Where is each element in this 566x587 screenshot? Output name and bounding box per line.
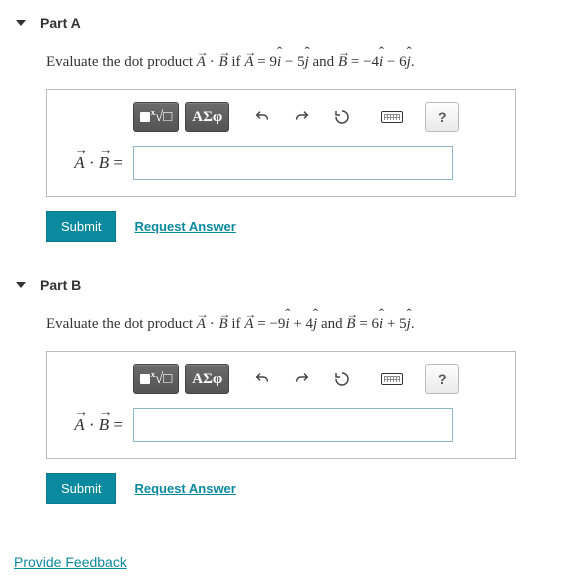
request-answer-link[interactable]: Request Answer bbox=[134, 481, 235, 496]
part-title: Part A bbox=[40, 15, 81, 31]
redo-button[interactable] bbox=[285, 364, 319, 394]
equation-label: A · B = bbox=[61, 153, 123, 173]
reset-icon bbox=[334, 371, 350, 387]
request-answer-link[interactable]: Request Answer bbox=[134, 219, 235, 234]
redo-button[interactable] bbox=[285, 102, 319, 132]
keyboard-button[interactable] bbox=[375, 364, 409, 394]
help-button[interactable]: ? bbox=[425, 102, 459, 132]
redo-icon bbox=[294, 109, 310, 125]
redo-icon bbox=[294, 371, 310, 387]
help-button[interactable]: ? bbox=[425, 364, 459, 394]
undo-button[interactable] bbox=[245, 102, 279, 132]
provide-feedback-link[interactable]: Provide Feedback bbox=[14, 554, 127, 570]
keyboard-icon bbox=[381, 373, 403, 385]
keyboard-button[interactable] bbox=[375, 102, 409, 132]
equation-toolbar: x√□ ΑΣφ ? bbox=[133, 102, 501, 132]
part-a-header[interactable]: Part A bbox=[10, 10, 566, 36]
question-prompt: Evaluate the dot product A · B if A = 9i… bbox=[46, 54, 566, 71]
keyboard-icon bbox=[381, 111, 403, 123]
template-icon: x√□ bbox=[140, 109, 172, 125]
reset-button[interactable] bbox=[325, 364, 359, 394]
question-prompt: Evaluate the dot product A · B if A = −9… bbox=[46, 316, 566, 333]
part-b-header[interactable]: Part B bbox=[10, 272, 566, 298]
equation-label: A · B = bbox=[61, 415, 123, 435]
equation-toolbar: x√□ ΑΣφ ? bbox=[133, 364, 501, 394]
answer-area: x√□ ΑΣφ ? A · B = bbox=[46, 89, 516, 197]
caret-down-icon bbox=[16, 282, 26, 288]
templates-button[interactable]: x√□ bbox=[133, 102, 179, 132]
templates-button[interactable]: x√□ bbox=[133, 364, 179, 394]
reset-button[interactable] bbox=[325, 102, 359, 132]
part-title: Part B bbox=[40, 277, 81, 293]
caret-down-icon bbox=[16, 20, 26, 26]
undo-button[interactable] bbox=[245, 364, 279, 394]
undo-icon bbox=[254, 371, 270, 387]
undo-icon bbox=[254, 109, 270, 125]
symbols-button[interactable]: ΑΣφ bbox=[185, 364, 229, 394]
submit-button[interactable]: Submit bbox=[46, 473, 116, 504]
symbols-button[interactable]: ΑΣφ bbox=[185, 102, 229, 132]
answer-area: x√□ ΑΣφ ? A · B = bbox=[46, 351, 516, 459]
reset-icon bbox=[334, 109, 350, 125]
answer-input[interactable] bbox=[133, 408, 453, 442]
submit-button[interactable]: Submit bbox=[46, 211, 116, 242]
answer-input[interactable] bbox=[133, 146, 453, 180]
template-icon: x√□ bbox=[140, 371, 172, 387]
